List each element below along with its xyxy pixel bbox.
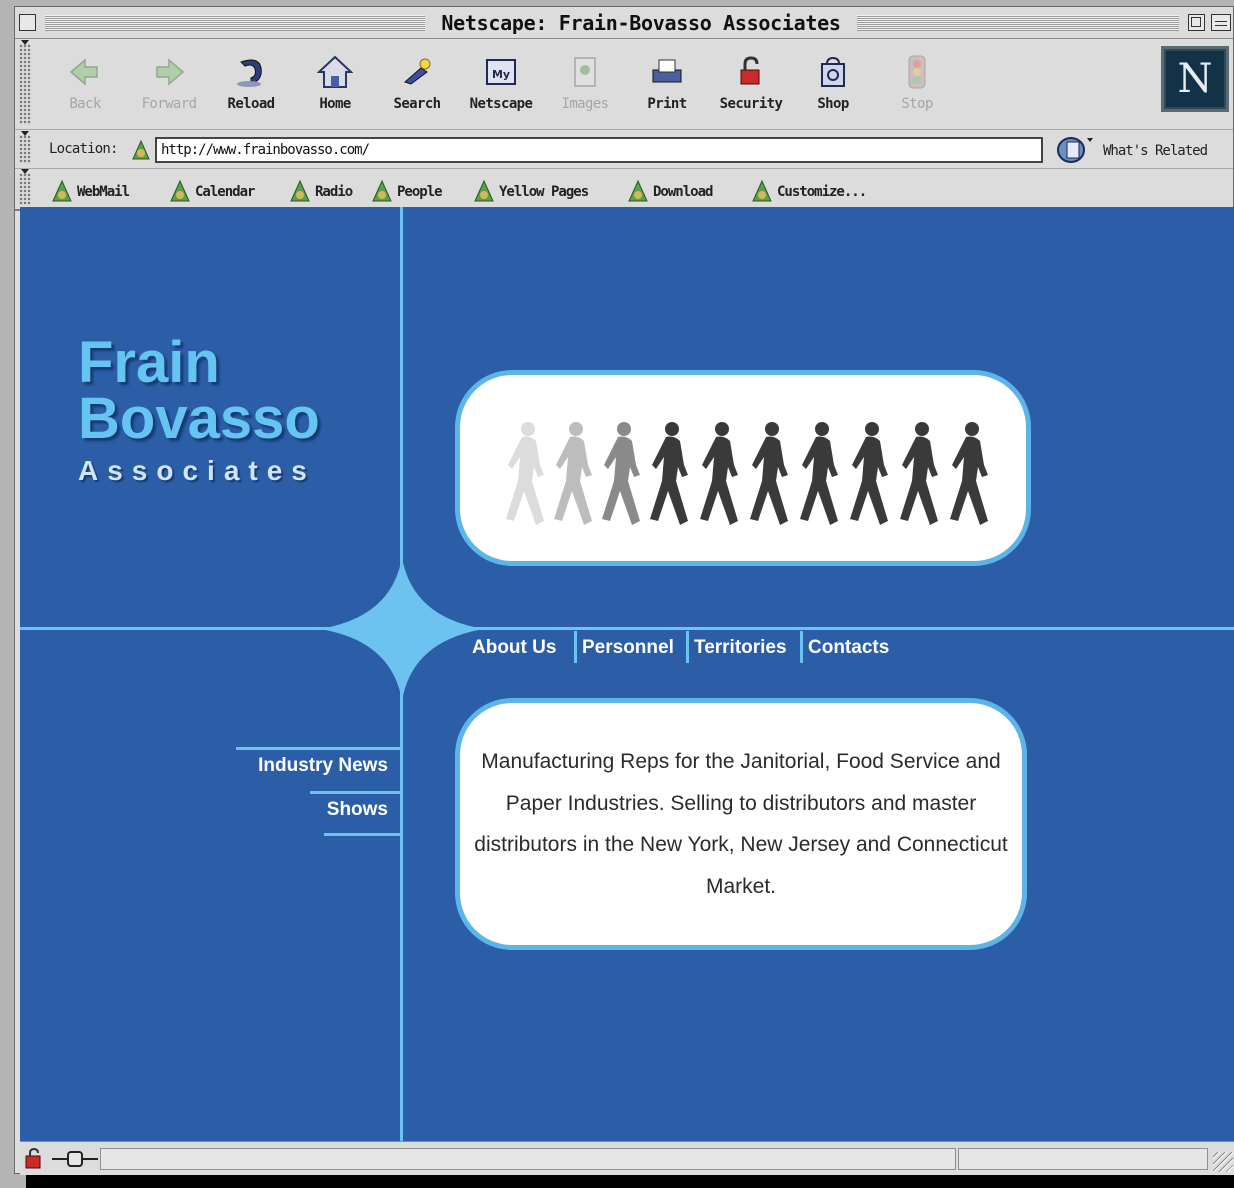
logo-line-bovasso: Bovasso [78,386,320,451]
collapse-box[interactable] [1211,14,1231,31]
shop-bag-icon [821,56,845,87]
window-title: Netscape: Frain-Bovasso Associates [431,12,851,34]
connection-status-icon[interactable] [52,1150,98,1168]
whats-related-button[interactable]: What's Related [1055,136,1231,164]
four-point-star-graphic [320,557,484,701]
navigation-toolbar: Back Forward Reload Home Search My Netsc… [15,40,1233,130]
toolbar-grip[interactable] [19,131,31,164]
shows-link[interactable]: Shows [310,791,402,821]
security-status-icon[interactable] [24,1148,50,1170]
images-icon [574,57,596,87]
company-logo[interactable]: Frain Bovasso Associates [78,330,320,487]
search-icon [404,58,431,85]
print-button[interactable]: Print [631,48,703,124]
whats-related-label: What's Related [1103,143,1208,159]
bookmark-icon [290,179,310,202]
progress-indicator [958,1148,1208,1170]
zoom-box[interactable] [1188,14,1205,31]
back-button[interactable]: Back [49,48,121,124]
forward-arrow-icon [156,58,185,86]
browser-window: Netscape: Frain-Bovasso Associates Back … [14,6,1234,1175]
bookmark-icon [170,179,190,202]
company-description: Manufacturing Reps for the Janitorial, F… [474,750,1008,898]
customize-label: Customize... [777,184,867,200]
title-bar-stripes [45,15,425,31]
download-label: Download [653,184,713,200]
home-icon [317,55,353,88]
tab-personnel[interactable]: Personnel [574,631,674,663]
status-bar [20,1141,1234,1175]
tab-contacts[interactable]: Contacts [800,631,889,663]
title-bar-stripes [857,15,1179,31]
stop-button-label: Stop [901,96,933,112]
forward-button-label: Forward [141,96,197,112]
logo-line-associates: Associates [78,455,316,486]
home-button-label: Home [319,96,351,112]
security-lock-icon [740,56,760,85]
security-button-label: Security [719,96,783,112]
shop-button[interactable]: Shop [797,48,869,124]
netscape-logo-button[interactable]: N [1161,46,1229,112]
back-button-label: Back [69,96,101,112]
whats-related-icon [1057,137,1093,163]
side-link-underline [324,833,402,836]
calendar-label: Calendar [195,184,255,200]
reload-button[interactable]: Reload [215,48,287,124]
forward-button[interactable]: Forward [133,48,205,124]
url-input[interactable]: http://www.frainbovasso.com/ [155,137,1043,163]
my-netscape-button-label: Netscape [469,96,533,112]
resize-grip[interactable] [1213,1152,1233,1172]
personal-toolbar: WebMail Calendar Radio People Yellow Pag… [15,169,1233,211]
toolbar-grip[interactable] [19,40,31,125]
location-label: Location: [49,141,118,157]
close-box[interactable] [19,14,36,31]
web-page-content: Frain Bovasso Associates About Us Person… [20,207,1234,1141]
location-toolbar: Location: http://www.frainbovasso.com/ W… [15,131,1233,169]
yellow-pages-label: Yellow Pages [499,184,589,200]
bookmark-icon [52,179,72,202]
bookmark-icon [474,179,494,202]
print-button-label: Print [647,96,687,112]
security-button[interactable]: Security [715,48,787,124]
bookmark-icon [628,179,648,202]
my-netscape-button[interactable]: My Netscape [465,48,537,124]
bookmark-icon [752,179,772,202]
people-label: People [397,184,443,200]
home-button[interactable]: Home [299,48,371,124]
reload-icon [237,59,262,87]
description-panel: Manufacturing Reps for the Janitorial, F… [460,703,1022,945]
back-arrow-icon [69,58,98,86]
shop-button-label: Shop [817,96,849,112]
search-button[interactable]: Search [381,48,453,124]
industry-news-link[interactable]: Industry News [236,747,402,777]
images-button-label: Images [561,96,610,112]
page-proxy-icon[interactable] [129,137,153,163]
stop-icon [908,55,926,89]
stop-button[interactable]: Stop [881,48,953,124]
window-drop-shadow [26,1174,1234,1188]
walking-businessmen-image [506,422,988,525]
svg-text:My: My [492,68,510,81]
tab-about-us[interactable]: About Us [472,631,556,663]
radio-label: Radio [315,184,353,200]
tab-territories[interactable]: Territories [686,631,787,663]
toolbar-grip[interactable] [19,169,31,205]
webmail-label: WebMail [77,184,130,200]
my-netscape-icon: My [486,59,516,85]
reload-button-label: Reload [227,96,276,112]
title-bar[interactable]: Netscape: Frain-Bovasso Associates [15,7,1233,39]
search-button-label: Search [393,96,442,112]
status-text [100,1148,956,1170]
logo-line-frain: Frain [78,330,220,395]
bookmark-icon [372,179,392,202]
horizontal-divider [20,627,1234,630]
images-button[interactable]: Images [549,48,621,124]
print-icon [652,59,682,83]
